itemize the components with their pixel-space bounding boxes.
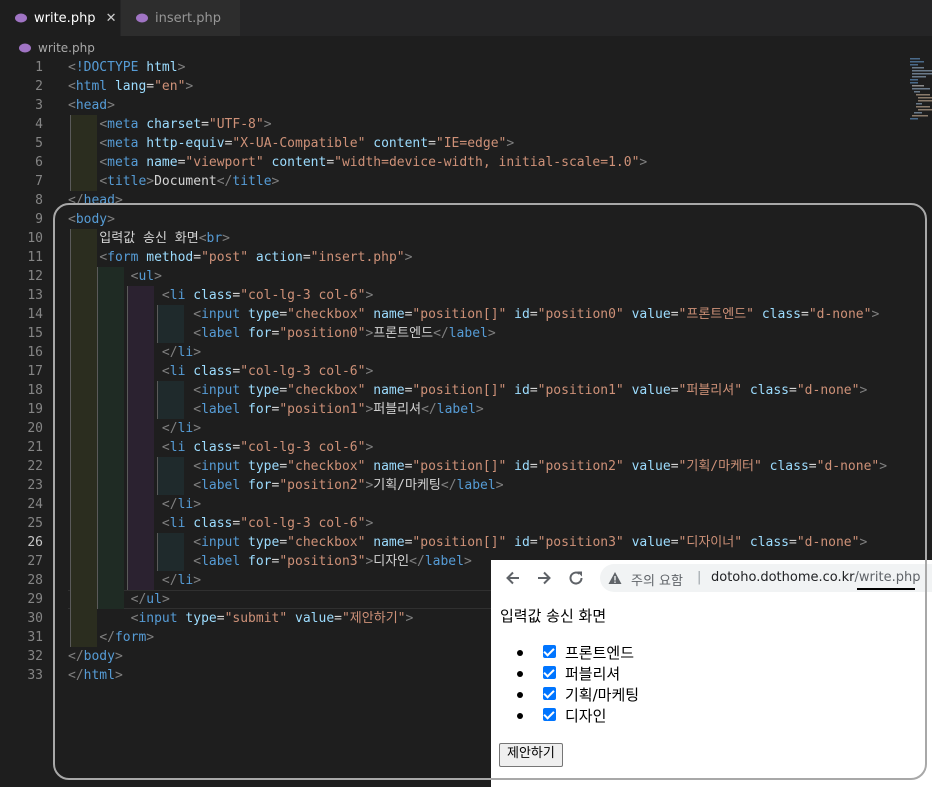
line-number: 21	[27, 440, 43, 455]
code-text: <meta name="viewport" content="width=dev…	[99, 155, 648, 170]
line-number: 6	[35, 155, 43, 170]
code-text: <html lang="en">	[68, 79, 194, 94]
breadcrumb-file: write.php	[38, 41, 95, 55]
code-text: <head>	[68, 98, 115, 113]
line-number: 7	[35, 174, 43, 189]
line-number: 4	[35, 117, 43, 132]
minimap[interactable]	[904, 58, 932, 128]
line-number: 24	[27, 497, 43, 512]
line-number: 10	[27, 231, 43, 246]
code-text: <meta charset="UTF-8">	[99, 117, 272, 132]
highlight-frame	[53, 203, 927, 780]
code-text: <meta http-equiv="X-UA-Compatible" conte…	[99, 136, 515, 151]
code-line[interactable]: 5 <meta http-equiv="X-UA-Compatible" con…	[0, 134, 900, 153]
tab-write-php[interactable]: write.php ✕	[0, 0, 120, 36]
line-number: 33	[27, 668, 43, 683]
line-number: 11	[27, 250, 43, 265]
line-number: 3	[35, 98, 43, 113]
line-number: 32	[27, 649, 43, 664]
php-elephant-icon	[19, 43, 31, 53]
line-number: 19	[27, 402, 43, 417]
line-number: 13	[27, 288, 43, 303]
php-elephant-icon	[15, 13, 27, 23]
line-number: 9	[35, 212, 43, 227]
code-line[interactable]: 4 <meta charset="UTF-8">	[0, 115, 900, 134]
code-line[interactable]: 3 <head>	[0, 96, 900, 115]
line-number: 30	[27, 611, 43, 626]
php-elephant-icon	[136, 13, 148, 23]
close-icon[interactable]: ✕	[106, 11, 117, 26]
code-line[interactable]: 6 <meta name="viewport" content="width=d…	[0, 153, 900, 172]
line-number: 5	[35, 136, 43, 151]
line-number: 14	[27, 307, 43, 322]
code-text: <!DOCTYPE html>	[68, 60, 186, 75]
line-number: 26	[27, 535, 43, 550]
line-number: 8	[35, 193, 43, 208]
line-number: 2	[35, 79, 43, 94]
breadcrumb[interactable]: write.php	[18, 39, 95, 57]
code-text: <title>Document</title>	[99, 174, 280, 189]
editor-tab-bar: write.php ✕ insert.php	[0, 0, 932, 36]
line-number: 15	[27, 326, 43, 341]
line-number: 29	[27, 592, 43, 607]
line-number: 28	[27, 573, 43, 588]
line-number: 23	[27, 478, 43, 493]
tab-insert-php[interactable]: insert.php	[121, 0, 240, 36]
line-number: 1	[35, 60, 43, 75]
line-number: 31	[27, 630, 43, 645]
line-number: 16	[27, 345, 43, 360]
line-number: 18	[27, 383, 43, 398]
code-line[interactable]: 1 <!DOCTYPE html>	[0, 58, 900, 77]
line-number: 20	[27, 421, 43, 436]
line-number: 22	[27, 459, 43, 474]
line-number: 17	[27, 364, 43, 379]
code-line[interactable]: 2 <html lang="en">	[0, 77, 900, 96]
tab-label: insert.php	[155, 10, 221, 26]
line-number: 25	[27, 516, 43, 531]
line-number: 27	[27, 554, 43, 569]
code-line[interactable]: 7 <title>Document</title>	[0, 172, 900, 191]
tab-label: write.php	[34, 10, 96, 26]
line-number: 12	[27, 269, 43, 284]
